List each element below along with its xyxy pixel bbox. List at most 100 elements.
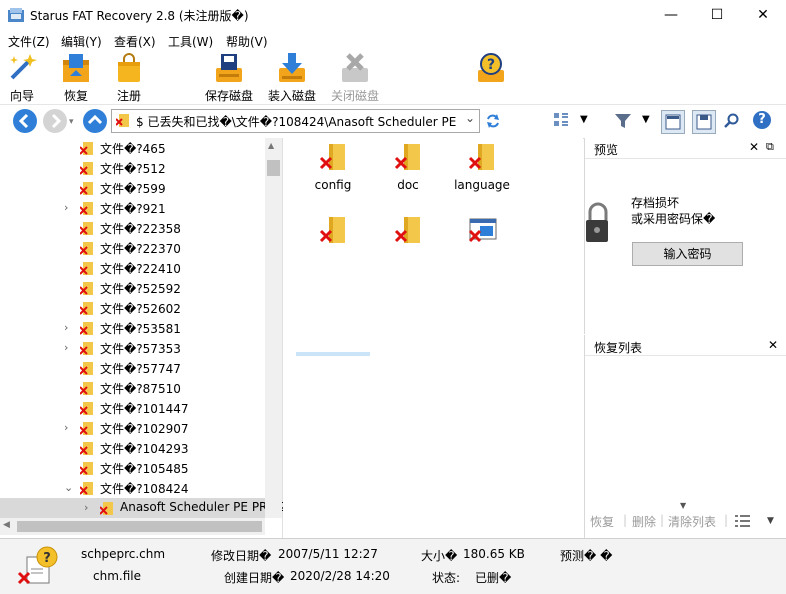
wizard-button[interactable]: 向导	[4, 52, 40, 103]
tree-hscroll-thumb[interactable]	[17, 521, 262, 532]
address-dropdown-icon[interactable]: ⌄	[465, 111, 475, 125]
file-item[interactable]	[447, 215, 517, 251]
menu-view[interactable]: 查看(X)	[114, 33, 156, 50]
register-button[interactable]: 注册	[112, 52, 146, 103]
tree-scroll-thumb[interactable]	[267, 160, 280, 176]
close-button[interactable]: ✕	[740, 0, 786, 30]
arrow-up-icon	[87, 114, 103, 125]
recovery-list-delete-button[interactable]: 删除	[632, 513, 656, 530]
recovery-list-toggle-icon[interactable]	[692, 110, 716, 134]
menu-edit[interactable]: 编辑(Y)	[61, 33, 102, 50]
window-title: Starus FAT Recovery 2.8 (未注册版�)	[30, 9, 249, 23]
load-disk-button[interactable]: 装入磁盘	[264, 52, 320, 103]
status-modified-label: 修改日期�	[211, 549, 272, 563]
list-view-icon[interactable]	[735, 514, 751, 528]
tree-row[interactable]: 文件�?105485	[0, 458, 265, 478]
chm-file-icon: ?	[17, 545, 61, 587]
scroll-up-icon[interactable]: ▲	[268, 141, 274, 150]
view-mode-icon[interactable]	[553, 112, 569, 128]
file-item[interactable]	[298, 215, 368, 251]
refresh-icon[interactable]	[484, 112, 502, 130]
tree-row[interactable]: › 文件�?53581	[0, 318, 265, 338]
deleted-folder-icon	[80, 242, 93, 255]
tree-row[interactable]: 文件�?22358	[0, 218, 265, 238]
address-path: $ 已丢失和已找�\文件�?108424\Anasoft Scheduler P…	[136, 115, 458, 129]
tree-row[interactable]: 文件�?52592	[0, 278, 265, 298]
app-icon	[8, 8, 24, 22]
tree-item-label: 文件�?52602	[100, 302, 181, 316]
file-item[interactable]: doc	[373, 142, 443, 192]
tree-row[interactable]: › 文件�?57353	[0, 338, 265, 358]
recovery-list-close-icon[interactable]: ✕	[768, 338, 778, 352]
filter-icon[interactable]	[614, 112, 632, 130]
deleted-folder-icon	[80, 382, 93, 395]
file-item[interactable]: config	[298, 142, 368, 192]
recovery-list-expand-icon[interactable]: ▼	[680, 501, 686, 510]
tree-row[interactable]: 文件�?465	[0, 138, 265, 158]
separator: |	[623, 513, 628, 527]
separator: |	[724, 513, 729, 527]
tree-row[interactable]: 文件�?57747	[0, 358, 265, 378]
list-view-dropdown-icon[interactable]: ▼	[767, 516, 774, 526]
tree-vertical-scrollbar[interactable]: ▲	[265, 138, 282, 518]
help-button[interactable]: ?	[474, 52, 508, 102]
file-item-label: doc	[397, 178, 419, 192]
status-forecast-label: 预测� �	[560, 549, 613, 563]
status-modified-value: 2007/5/11 12:27	[278, 547, 378, 561]
minimize-button[interactable]: —	[648, 0, 694, 30]
separator: |	[660, 513, 665, 527]
deleted-folder-icon	[80, 402, 93, 415]
view-dropdown-icon[interactable]: ▼	[580, 114, 588, 125]
svg-text:?: ?	[43, 551, 51, 566]
tree-row[interactable]: 文件�?599	[0, 178, 265, 198]
preview-undock-icon[interactable]: ⧉	[766, 140, 774, 154]
search-icon[interactable]	[723, 112, 741, 130]
preview-pane-toggle-icon[interactable]	[661, 110, 685, 134]
recovery-list-recover-button[interactable]: 恢复	[590, 513, 614, 530]
tree-item-label: 文件�?105485	[100, 462, 189, 476]
tree-row[interactable]: › 文件�?921	[0, 198, 265, 218]
tree-row[interactable]: 文件�?52602	[0, 298, 265, 318]
filter-dropdown-icon[interactable]: ▼	[642, 114, 650, 125]
tree-expander-icon[interactable]: ›	[64, 321, 68, 334]
tree-item-label: 文件�?512	[100, 162, 166, 176]
maximize-button[interactable]: ☐	[694, 0, 740, 30]
close-disk-button[interactable]: 关闭磁盘	[327, 52, 383, 103]
tree-row[interactable]: 文件�?22410	[0, 258, 265, 278]
save-disk-button[interactable]: 保存磁盘	[201, 52, 257, 103]
recovery-list-clear-button[interactable]: 清除列表	[668, 513, 716, 530]
deleted-folder-icon	[80, 182, 93, 195]
history-dropdown-icon[interactable]: ▾	[69, 117, 74, 127]
tree-expander-icon[interactable]: ⌄	[64, 481, 73, 494]
enter-password-button[interactable]: 输入密码	[632, 242, 743, 266]
tree-row[interactable]: › Anasoft Scheduler PE PRC 2	[0, 498, 287, 518]
tree-expander-icon[interactable]: ›	[64, 421, 68, 434]
menu-help[interactable]: 帮助(V)	[226, 33, 268, 50]
status-size-label: 大小�	[421, 549, 458, 563]
tree-row[interactable]: › 文件�?102907	[0, 418, 265, 438]
file-item[interactable]: language	[447, 142, 517, 192]
menu-file[interactable]: 文件(Z)	[8, 33, 50, 50]
deleted-folder-icon	[80, 302, 93, 315]
tree-row[interactable]: 文件�?101447	[0, 398, 265, 418]
tree-expander-icon[interactable]: ›	[64, 341, 68, 354]
tree-item-label: 文件�?53581	[100, 322, 181, 336]
tree-horizontal-scrollbar[interactable]: ◀	[0, 518, 265, 535]
file-item[interactable]	[373, 215, 443, 251]
preview-close-icon[interactable]: ✕	[749, 140, 759, 154]
tree-row[interactable]: 文件�?104293	[0, 438, 265, 458]
up-button[interactable]	[83, 109, 107, 133]
tree-row[interactable]: ⌄ 文件�?108424	[0, 478, 265, 498]
menu-tools[interactable]: 工具(W)	[168, 33, 213, 50]
tree-expander-icon[interactable]: ›	[84, 501, 88, 514]
deleted-folder-icon	[80, 442, 93, 455]
help-icon[interactable]: ?	[753, 111, 771, 129]
forward-button[interactable]	[43, 109, 67, 133]
tree-row[interactable]: 文件�?87510	[0, 378, 265, 398]
recover-button[interactable]: 恢复	[58, 52, 94, 103]
back-button[interactable]	[13, 109, 37, 133]
tree-expander-icon[interactable]: ›	[64, 201, 68, 214]
tree-row[interactable]: 文件�?512	[0, 158, 265, 178]
tree-row[interactable]: 文件�?22370	[0, 238, 265, 258]
scroll-left-icon[interactable]: ◀	[3, 520, 10, 530]
